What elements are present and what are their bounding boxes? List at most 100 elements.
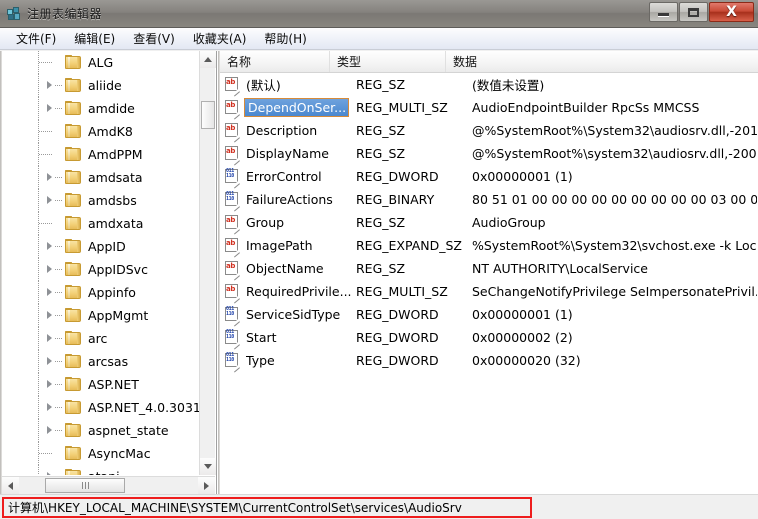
tree-horizontal-scroll-thumb[interactable] bbox=[45, 478, 125, 493]
expand-arrow-icon[interactable] bbox=[47, 242, 52, 250]
menu-bar: 文件(F) 编辑(E) 查看(V) 收藏夹(A) 帮助(H) bbox=[0, 28, 758, 50]
value-data-cell: 0x00000001 (1) bbox=[472, 307, 573, 322]
tree-connector-line bbox=[55, 292, 63, 293]
table-row[interactable]: 011 110 ErrorControl REG_DWORD 0x00000001 (1… bbox=[220, 165, 758, 189]
column-name[interactable]: 名称 bbox=[220, 51, 330, 72]
title-bar[interactable]: 注册表编辑器 X bbox=[0, 0, 758, 28]
tree-item-amdxata[interactable]: amdxata bbox=[2, 212, 200, 235]
tree-scroll-right-button[interactable] bbox=[198, 477, 215, 494]
value-data-cell: 0x00000002 (2) bbox=[472, 330, 573, 345]
tree-item-asp-net-4-0-30319[interactable]: ASP.NET_4.0.30319 bbox=[2, 396, 200, 419]
tree-item-amdk8[interactable]: AmdK8 bbox=[2, 120, 200, 143]
maximize-button[interactable] bbox=[679, 2, 708, 22]
tree-item-appmgmt[interactable]: AppMgmt bbox=[2, 304, 200, 327]
tree-item-label: amdsbs bbox=[88, 193, 137, 208]
tree-horizontal-scrollbar[interactable] bbox=[2, 476, 215, 494]
tree-item-appinfo[interactable]: Appinfo bbox=[2, 281, 200, 304]
tree-item-aliide[interactable]: aliide bbox=[2, 74, 200, 97]
tree-item-atapi[interactable]: atapi bbox=[2, 465, 200, 475]
tree-item-appid[interactable]: AppID bbox=[2, 235, 200, 258]
tree-item-alg[interactable]: ALG bbox=[2, 51, 200, 74]
expand-arrow-icon[interactable] bbox=[47, 265, 52, 273]
table-row[interactable]: ab Group REG_SZ AudioGroup bbox=[220, 211, 758, 235]
expand-arrow-icon[interactable] bbox=[47, 288, 52, 296]
tree-scroll-area[interactable]: ALG aliide amdide AmdK8 AmdPPM amdsata amdsbs a… bbox=[2, 51, 200, 475]
table-row[interactable]: 011 110 Start REG_DWORD 0x00000002 (2) bbox=[220, 326, 758, 350]
tree-item-amdide[interactable]: amdide bbox=[2, 97, 200, 120]
expand-arrow-icon[interactable] bbox=[47, 104, 52, 112]
menu-file[interactable]: 文件(F) bbox=[7, 28, 65, 49]
chevron-left-icon bbox=[8, 481, 13, 490]
expand-arrow-icon[interactable] bbox=[47, 472, 52, 475]
registry-values-list[interactable]: ab (默认) REG_SZ (数值未设置) ab DependOnSer... REG_M… bbox=[220, 73, 758, 494]
column-data[interactable]: 数据 bbox=[446, 51, 758, 72]
minimize-icon bbox=[658, 13, 669, 16]
table-row[interactable]: ab (默认) REG_SZ (数值未设置) bbox=[220, 73, 758, 97]
value-data-cell: 0x00000001 (1) bbox=[472, 169, 573, 184]
tree-item-arc[interactable]: arc bbox=[2, 327, 200, 350]
maximize-icon bbox=[688, 7, 699, 17]
table-row[interactable]: ab DependOnSer... REG_MULTI_SZ AudioEndpoin… bbox=[220, 96, 758, 120]
value-name-cell: ServiceSidType bbox=[246, 307, 341, 322]
tree-scroll-up-button[interactable] bbox=[200, 51, 216, 68]
value-name-cell: FailureActions bbox=[246, 192, 333, 207]
table-row[interactable]: ab DisplayName REG_SZ @%SystemRoot%\system3… bbox=[220, 142, 758, 166]
content-area: ALG aliide amdide AmdK8 AmdPPM amdsata amdsbs a… bbox=[0, 51, 758, 494]
tree-connector-line bbox=[39, 453, 52, 454]
column-type[interactable]: 类型 bbox=[330, 51, 446, 72]
tree-guide-line bbox=[38, 189, 39, 212]
table-row[interactable]: ab Description REG_SZ @%SystemRoot%\System3… bbox=[220, 119, 758, 143]
value-type-cell: REG_DWORD bbox=[356, 330, 439, 345]
table-row[interactable]: ab RequiredPrivile... REG_MULTI_SZ SeChange… bbox=[220, 280, 758, 304]
menu-help[interactable]: 帮助(H) bbox=[255, 28, 315, 49]
table-row[interactable]: ab ObjectName REG_SZ NT AUTHORITY\LocalServ… bbox=[220, 257, 758, 281]
tree-item-label: AmdK8 bbox=[88, 124, 133, 139]
expand-arrow-icon[interactable] bbox=[47, 334, 52, 342]
table-row[interactable]: ab ImagePath REG_EXPAND_SZ %SystemRoot%\Sys… bbox=[220, 234, 758, 258]
tree-item-appidsvc[interactable]: AppIDSvc bbox=[2, 258, 200, 281]
tree-item-arcsas[interactable]: arcsas bbox=[2, 350, 200, 373]
tree-connector-line bbox=[55, 407, 63, 408]
value-type-cell: REG_SZ bbox=[356, 146, 406, 161]
folder-icon bbox=[65, 285, 82, 300]
expand-arrow-icon[interactable] bbox=[47, 311, 52, 319]
value-type-cell: REG_BINARY bbox=[356, 192, 435, 207]
table-row[interactable]: 011 110 FailureActions REG_BINARY 80 51 01 0… bbox=[220, 188, 758, 212]
tree-item-label: AppMgmt bbox=[88, 308, 149, 323]
registry-tree-panel[interactable]: ALG aliide amdide AmdK8 AmdPPM amdsata amdsbs a… bbox=[0, 51, 217, 494]
table-row[interactable]: 011 110 Type REG_DWORD 0x00000020 (32) bbox=[220, 349, 758, 373]
expand-arrow-icon[interactable] bbox=[47, 380, 52, 388]
value-type-cell: REG_DWORD bbox=[356, 353, 439, 368]
tree-item-amdsbs[interactable]: amdsbs bbox=[2, 189, 200, 212]
string-value-icon: ab bbox=[225, 215, 240, 235]
tree-scroll-left-button[interactable] bbox=[2, 477, 19, 494]
expand-arrow-icon[interactable] bbox=[47, 357, 52, 365]
close-button[interactable]: X bbox=[709, 2, 754, 22]
folder-icon bbox=[65, 78, 82, 93]
tree-scroll-down-button[interactable] bbox=[200, 458, 216, 475]
tree-item-amdsata[interactable]: amdsata bbox=[2, 166, 200, 189]
minimize-button[interactable] bbox=[649, 2, 678, 22]
expand-arrow-icon[interactable] bbox=[47, 173, 52, 181]
tree-connector-line bbox=[39, 131, 52, 132]
value-name-cell: ImagePath bbox=[246, 238, 313, 253]
menu-view[interactable]: 查看(V) bbox=[124, 28, 184, 49]
registry-values-panel[interactable]: 名称 类型 数据 ab (默认) REG_SZ (数值未设置) ab DependOnSe… bbox=[218, 51, 758, 494]
menu-edit[interactable]: 编辑(E) bbox=[65, 28, 124, 49]
tree-item-aspnet-state[interactable]: aspnet_state bbox=[2, 419, 200, 442]
tree-item-asyncmac[interactable]: AsyncMac bbox=[2, 442, 200, 465]
tree-item-asp-net[interactable]: ASP.NET bbox=[2, 373, 200, 396]
tree-guide-line bbox=[38, 166, 39, 189]
menu-favorites[interactable]: 收藏夹(A) bbox=[184, 28, 256, 49]
expand-arrow-icon[interactable] bbox=[47, 81, 52, 89]
expand-arrow-icon[interactable] bbox=[47, 196, 52, 204]
tree-vertical-scrollbar[interactable] bbox=[199, 51, 216, 475]
registry-path-text: 计算机\HKEY_LOCAL_MACHINE\SYSTEM\CurrentCon… bbox=[8, 501, 462, 515]
tree-vertical-scroll-thumb[interactable] bbox=[201, 101, 215, 129]
expand-arrow-icon[interactable] bbox=[47, 426, 52, 434]
close-icon: X bbox=[726, 4, 737, 20]
tree-item-amdppm[interactable]: AmdPPM bbox=[2, 143, 200, 166]
binary-value-icon: 011 110 bbox=[225, 353, 240, 373]
table-row[interactable]: 011 110 ServiceSidType REG_DWORD 0x00000001 … bbox=[220, 303, 758, 327]
expand-arrow-icon[interactable] bbox=[47, 403, 52, 411]
